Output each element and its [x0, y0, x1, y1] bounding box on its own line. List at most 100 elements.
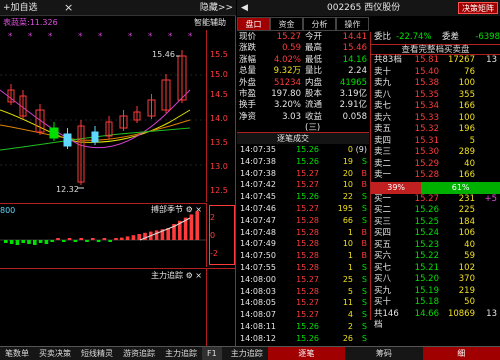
- tick-price: 15.28: [296, 251, 319, 261]
- indicator-bar: [120, 237, 124, 240]
- ask-row[interactable]: 卖二 15.29 40: [371, 159, 500, 171]
- bottom-item[interactable]: 主力追踪: [226, 347, 268, 360]
- level-volume: 50: [464, 297, 475, 307]
- indicator-bar: [91, 238, 95, 240]
- tick-price: 15.27: [296, 298, 319, 308]
- main-force-pane[interactable]: 主力追踪 ⚙ ×: [0, 268, 206, 346]
- bid-row[interactable]: 共146档 14.66 10869 13: [371, 308, 500, 331]
- level-label: 买四: [374, 228, 392, 238]
- axis-tick: 13.5: [210, 138, 228, 147]
- tab-operate[interactable]: 操作: [336, 17, 369, 31]
- bottom-item[interactable]: 短线精灵: [76, 347, 118, 360]
- ask-row[interactable]: 卖十 15.40 76: [371, 67, 500, 79]
- level-label: 卖三: [374, 147, 392, 157]
- bottom-item[interactable]: 筹码: [345, 347, 422, 360]
- bid-row[interactable]: 买三 15.25 184: [371, 217, 500, 229]
- level-volume: 231: [458, 193, 475, 204]
- level-price: 15.27: [414, 193, 439, 204]
- tick-time: 14:08:03: [240, 286, 276, 296]
- level-label: 卖九: [374, 78, 392, 88]
- indicator-pane[interactable]: 800 搏部季节 ⚙ ×: [0, 203, 206, 267]
- ask-row[interactable]: 卖七 15.34 166: [371, 101, 500, 113]
- tick-volume: 4: [347, 310, 353, 320]
- sub-header: 表蔬菜:11.326 智能辅助: [0, 17, 236, 29]
- quote-label: 内盘: [305, 77, 323, 88]
- tab-funds[interactable]: 资金: [270, 17, 303, 31]
- close-icon[interactable]: ×: [195, 271, 202, 280]
- bid-row[interactable]: 买九 15.19 219: [371, 286, 500, 298]
- pane-title: 主力追踪: [151, 271, 184, 280]
- level-price: 15.19: [414, 285, 439, 296]
- bottom-item[interactable]: F1: [202, 347, 222, 360]
- bottom-item[interactable]: 游资追踪: [118, 347, 160, 360]
- level-label: 卖六: [374, 112, 392, 123]
- tick-row: 14:08:00 15.27 25 S: [237, 274, 369, 286]
- bottom-item[interactable]: 主力追踪: [160, 347, 202, 360]
- indicator-axis: 2 0 -2: [206, 203, 236, 267]
- level-price: 15.22: [414, 251, 439, 261]
- bid-row[interactable]: 买五 15.23 40: [371, 240, 500, 252]
- bid-row[interactable]: 买六 15.22 59: [371, 251, 500, 263]
- bid-row[interactable]: 买二 15.26 225: [371, 205, 500, 217]
- tick-row: 14:08:11 15.26 2 S: [237, 321, 369, 333]
- ask-row[interactable]: 卖九 15.38 100: [371, 78, 500, 90]
- bid-row[interactable]: 买一 15.27 231 +5: [371, 194, 500, 206]
- level-label: 买七: [374, 262, 392, 273]
- level-price: 15.32: [414, 124, 439, 134]
- level-extra: [475, 297, 497, 309]
- quote-value: 0.058: [342, 111, 367, 122]
- ticks-title: 逐笔成交: [237, 132, 369, 144]
- tick-row: 14:08:03 15.28 5 S: [237, 286, 369, 298]
- gear-icon[interactable]: ⚙: [186, 271, 193, 280]
- weibi-value: -22.74%: [396, 32, 432, 42]
- candlestick-chart[interactable]: * * * * * * * * * 15.46 12.32: [0, 30, 206, 202]
- ask-row[interactable]: 卖六 15.33 100: [371, 113, 500, 125]
- level-label: 买五: [374, 239, 392, 250]
- add-watchlist-button[interactable]: +加自选: [3, 3, 38, 13]
- quote-value: 3.03: [282, 111, 301, 122]
- bid-row[interactable]: 买八 15.20 370: [371, 274, 500, 286]
- level-label: 共146档: [374, 308, 399, 331]
- main-force-axis: [206, 268, 236, 346]
- quote-row: 涨跌 0.59 最高 15.46: [237, 43, 369, 54]
- ask-row[interactable]: 卖一 15.28 166: [371, 170, 500, 182]
- ask-row[interactable]: 卖三 15.30 289: [371, 147, 500, 159]
- ask-row[interactable]: 共83档 15.81 17267 13: [371, 55, 500, 67]
- index-label: 表蔬菜:11.326: [3, 18, 58, 27]
- tick-row: 14:07:50 15.28 1 B: [237, 250, 369, 262]
- tick-list[interactable]: 逐笔成交 14:07:35 15.26 0 (9) 14:07:38 15.26 19 S 14…: [237, 132, 369, 345]
- tab-analysis[interactable]: 分析: [303, 17, 336, 31]
- bid-row[interactable]: 买七 15.21 102: [371, 263, 500, 275]
- bottom-item[interactable]: 买卖决策: [34, 347, 76, 360]
- tick-price: 15.26: [296, 321, 319, 331]
- ask-row[interactable]: 卖四 15.31 5: [371, 136, 500, 148]
- order-book[interactable]: 委比 -22.74% 委差 -6398 查看完整档买卖盘 共83档 15.81 17…: [370, 32, 500, 331]
- tick-time: 14:07:45: [240, 192, 276, 202]
- tick-flag: S: [361, 215, 367, 225]
- decision-matrix-button[interactable]: 决策矩阵: [458, 2, 498, 14]
- ask-row[interactable]: 卖五 15.32 196: [371, 124, 500, 136]
- prev-icon[interactable]: ◀: [241, 3, 248, 13]
- tab-pankou[interactable]: 盘口: [237, 17, 270, 31]
- quote-label: 外盘: [239, 77, 257, 88]
- level-extra: [475, 136, 497, 148]
- level-volume: 100: [458, 78, 475, 88]
- hide-button[interactable]: 隐藏>>: [200, 0, 233, 16]
- candle: [91, 131, 99, 143]
- tick-price: 15.27: [296, 310, 319, 320]
- bid-row[interactable]: 买十 15.18 50: [371, 297, 500, 309]
- left-chart-panel: +加自选 × 隐藏>> 表蔬菜:11.326 智能辅助 * * * * * * * * * …: [0, 0, 236, 346]
- tick-flag: S: [361, 333, 367, 343]
- full-book-link[interactable]: 查看完整档买卖盘: [371, 43, 500, 55]
- bottom-item[interactable]: 笔数单: [0, 347, 34, 360]
- level-price: 15.28: [414, 170, 439, 180]
- close-icon[interactable]: ×: [64, 0, 73, 16]
- bottom-item[interactable]: 逐笔: [267, 347, 346, 360]
- bottom-item[interactable]: 细: [422, 347, 500, 360]
- ask-row[interactable]: 卖八 15.35 355: [371, 90, 500, 102]
- bid-row[interactable]: 买四 15.24 106: [371, 228, 500, 240]
- level-label: 卖一: [374, 170, 392, 180]
- quote-value: 51234: [273, 77, 301, 88]
- tick-price: 15.26: [296, 333, 319, 343]
- smart-assist-button[interactable]: 智能辅助: [194, 17, 226, 29]
